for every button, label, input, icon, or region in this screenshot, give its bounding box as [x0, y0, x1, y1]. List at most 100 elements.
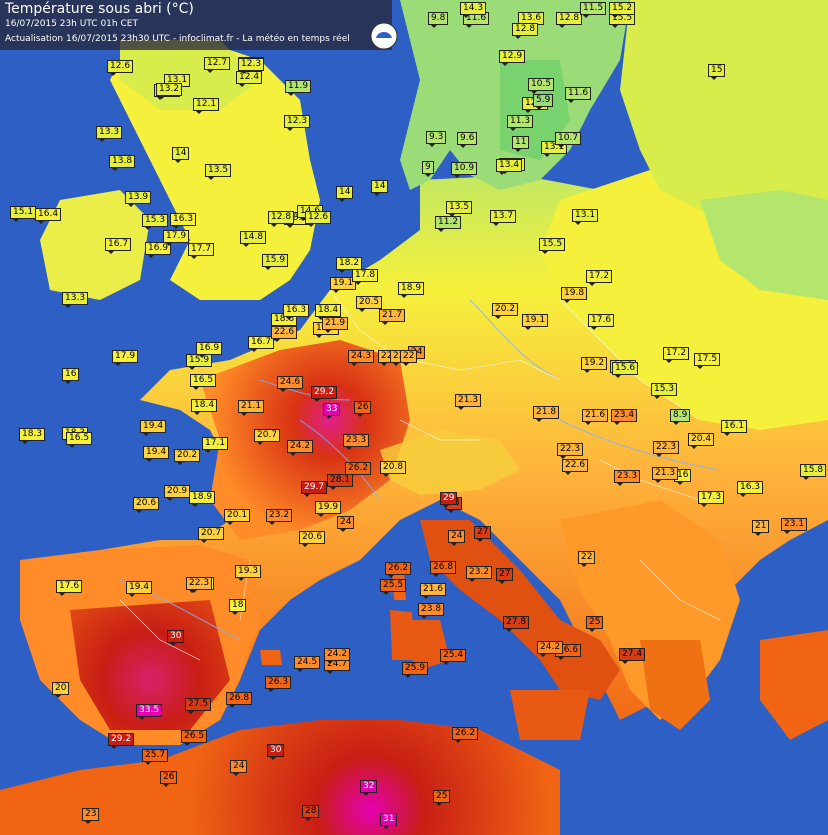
- station-temperature-label[interactable]: 18.3: [19, 428, 46, 444]
- station-temperature-label[interactable]: 26.2: [452, 727, 479, 743]
- station-temperature-label[interactable]: 9.3: [426, 131, 447, 147]
- station-temperature-label[interactable]: 17.2: [663, 347, 690, 363]
- station-temperature-label[interactable]: 17.5: [694, 353, 721, 369]
- station-temperature-label[interactable]: 11.2: [435, 216, 462, 232]
- station-temperature-label[interactable]: 26.5: [181, 730, 208, 746]
- station-temperature-label[interactable]: 20.5: [356, 296, 383, 312]
- station-temperature-label[interactable]: 21.8: [533, 406, 560, 422]
- station-temperature-label[interactable]: 28: [302, 805, 320, 821]
- station-temperature-label[interactable]: 16.1: [721, 420, 748, 436]
- station-temperature-label[interactable]: 13.2: [156, 83, 183, 99]
- station-temperature-label[interactable]: 22.6: [562, 459, 589, 475]
- station-temperature-label[interactable]: 13.5: [205, 164, 232, 180]
- station-temperature-label[interactable]: 12.6: [107, 60, 134, 76]
- station-temperature-label[interactable]: 21.6: [420, 583, 447, 599]
- station-temperature-label[interactable]: 27: [496, 568, 514, 584]
- station-temperature-label[interactable]: 13.8: [109, 155, 136, 171]
- station-temperature-label[interactable]: 13.5: [446, 201, 473, 217]
- station-temperature-label[interactable]: 21.6: [582, 409, 609, 425]
- station-temperature-label[interactable]: 26.3: [265, 676, 292, 692]
- station-temperature-label[interactable]: 25.9: [402, 662, 429, 678]
- station-temperature-label[interactable]: 20.6: [299, 531, 326, 547]
- station-temperature-label[interactable]: 26: [160, 771, 178, 787]
- station-temperature-label[interactable]: 33: [323, 403, 341, 419]
- station-temperature-label[interactable]: 16.5: [190, 374, 217, 390]
- station-temperature-label[interactable]: 33.5: [136, 704, 163, 720]
- station-temperature-label[interactable]: 15.6: [612, 362, 639, 378]
- station-temperature-label[interactable]: 21.3: [455, 394, 482, 410]
- station-temperature-label[interactable]: 12.3: [284, 115, 311, 131]
- station-temperature-label[interactable]: 17.3: [698, 491, 725, 507]
- station-temperature-label[interactable]: 15: [708, 64, 726, 80]
- station-temperature-label[interactable]: 28.1: [327, 474, 354, 490]
- station-temperature-label[interactable]: 9.6: [457, 132, 478, 148]
- station-temperature-label[interactable]: 27.8: [503, 616, 530, 632]
- station-temperature-label[interactable]: 25: [433, 790, 451, 806]
- station-temperature-label[interactable]: 20.9: [164, 485, 191, 501]
- station-temperature-label[interactable]: 12.8: [556, 12, 583, 28]
- station-temperature-label[interactable]: 25.7: [142, 749, 169, 765]
- station-temperature-label[interactable]: 20.7: [198, 527, 225, 543]
- station-temperature-label[interactable]: 23: [82, 808, 100, 824]
- station-temperature-label[interactable]: 16.3: [170, 213, 197, 229]
- station-temperature-label[interactable]: 16.7: [105, 238, 132, 254]
- station-temperature-label[interactable]: 13.3: [96, 126, 123, 142]
- station-temperature-label[interactable]: 21.9: [322, 317, 349, 333]
- station-temperature-label[interactable]: 17.2: [586, 270, 613, 286]
- station-temperature-label[interactable]: 15.1: [10, 206, 37, 222]
- station-temperature-label[interactable]: 20.4: [688, 433, 715, 449]
- station-temperature-label[interactable]: 20.8: [380, 461, 407, 477]
- station-temperature-label[interactable]: 14.3: [460, 2, 487, 18]
- station-temperature-label[interactable]: 11.3: [507, 115, 534, 131]
- station-temperature-label[interactable]: 23.2: [466, 566, 493, 582]
- station-temperature-label[interactable]: 27.5: [185, 698, 212, 714]
- station-temperature-label[interactable]: 15.9: [262, 254, 289, 270]
- station-temperature-label[interactable]: 15.2: [609, 2, 636, 18]
- station-temperature-label[interactable]: 23.4: [611, 409, 638, 425]
- station-temperature-label[interactable]: 12.9: [499, 50, 526, 66]
- station-temperature-label[interactable]: 29: [440, 492, 458, 508]
- station-temperature-label[interactable]: 30: [267, 744, 285, 760]
- station-temperature-label[interactable]: 12.7: [204, 57, 231, 73]
- station-temperature-label[interactable]: 22.3: [653, 441, 680, 457]
- station-temperature-label[interactable]: 24: [337, 516, 355, 532]
- station-temperature-label[interactable]: 10.7: [555, 132, 582, 148]
- station-temperature-label[interactable]: 19.4: [140, 420, 167, 436]
- station-temperature-label[interactable]: 23.8: [418, 603, 445, 619]
- station-temperature-label[interactable]: 14.8: [240, 231, 267, 247]
- station-temperature-label[interactable]: 18.9: [189, 491, 216, 507]
- station-temperature-label[interactable]: 17.6: [56, 580, 83, 596]
- station-temperature-label[interactable]: 29.2: [311, 386, 338, 402]
- station-temperature-label[interactable]: 15.3: [651, 383, 678, 399]
- station-temperature-label[interactable]: 25: [586, 616, 604, 632]
- station-temperature-label[interactable]: 19.1: [522, 314, 549, 330]
- station-temperature-label[interactable]: 26.2: [385, 562, 412, 578]
- station-temperature-label[interactable]: 13.3: [62, 292, 89, 308]
- station-temperature-label[interactable]: 20: [52, 682, 70, 698]
- station-temperature-label[interactable]: 18.9: [398, 282, 425, 298]
- station-temperature-label[interactable]: 21.1: [238, 400, 265, 416]
- station-temperature-label[interactable]: 24: [448, 530, 466, 546]
- station-temperature-label[interactable]: 27: [474, 526, 492, 542]
- station-temperature-label[interactable]: 22.3: [186, 577, 213, 593]
- station-temperature-label[interactable]: 15.5: [539, 238, 566, 254]
- station-temperature-label[interactable]: 23.3: [614, 470, 641, 486]
- station-temperature-label[interactable]: 17.1: [202, 437, 229, 453]
- station-temperature-label[interactable]: 24.2: [537, 641, 564, 657]
- station-temperature-label[interactable]: 16: [62, 368, 80, 384]
- station-temperature-label[interactable]: 23.1: [781, 518, 808, 534]
- station-temperature-label[interactable]: 11.9: [285, 80, 312, 96]
- station-temperature-label[interactable]: 8.9: [670, 409, 691, 425]
- station-temperature-label[interactable]: 19.9: [315, 501, 342, 517]
- station-temperature-label[interactable]: 24.3: [348, 350, 375, 366]
- station-temperature-label[interactable]: 29.2: [108, 733, 135, 749]
- station-temperature-label[interactable]: 10.9: [451, 162, 478, 178]
- station-temperature-label[interactable]: 13.1: [572, 209, 599, 225]
- station-temperature-label[interactable]: 23.2: [266, 509, 293, 525]
- station-temperature-label[interactable]: 29.7: [301, 481, 328, 497]
- station-temperature-label[interactable]: 13.9: [125, 191, 152, 207]
- station-temperature-label[interactable]: 22.6: [271, 326, 298, 342]
- station-temperature-label[interactable]: 22: [578, 551, 596, 567]
- station-temperature-label[interactable]: 19.4: [143, 446, 170, 462]
- station-temperature-label[interactable]: 32: [360, 780, 378, 796]
